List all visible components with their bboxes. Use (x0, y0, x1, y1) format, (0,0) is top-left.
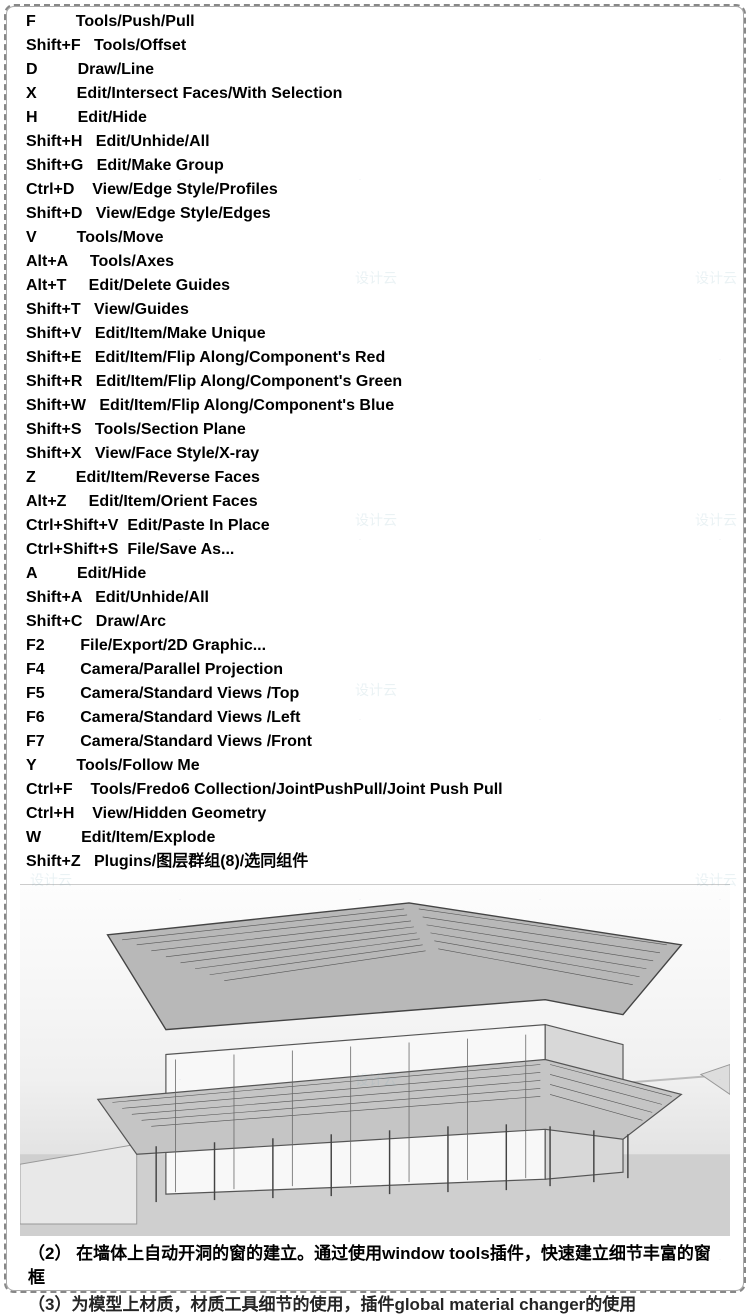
building-render (20, 884, 730, 1236)
shortcut-row: Ctrl+H View/Hidden Geometry (26, 802, 724, 826)
caption-2: （2） 在墙体上自动开洞的窗的建立。通过使用window tools插件，快速建… (10, 1238, 740, 1290)
shortcut-row: H Edit/Hide (26, 106, 724, 130)
shortcut-row: Shift+Z Plugins/图层群组(8)/选同组件 (26, 850, 724, 874)
shortcut-row: Ctrl+Shift+V Edit/Paste In Place (26, 514, 724, 538)
shortcut-row: Shift+G Edit/Make Group (26, 154, 724, 178)
shortcut-row: F4 Camera/Parallel Projection (26, 658, 724, 682)
shortcut-row: Shift+X View/Face Style/X-ray (26, 442, 724, 466)
shortcut-row: Shift+E Edit/Item/Flip Along/Component's… (26, 346, 724, 370)
shortcut-row: Shift+C Draw/Arc (26, 610, 724, 634)
shortcut-row: X Edit/Intersect Faces/With Selection (26, 82, 724, 106)
shortcut-row: V Tools/Move (26, 226, 724, 250)
shortcut-row: Shift+F Tools/Offset (26, 34, 724, 58)
shortcut-row: Shift+V Edit/Item/Make Unique (26, 322, 724, 346)
caption-3-partial: （3）为模型上材质，材质工具细节的使用，插件global material ch… (10, 1290, 740, 1315)
shortcut-row: Y Tools/Follow Me (26, 754, 724, 778)
shortcut-row: Alt+Z Edit/Item/Orient Faces (26, 490, 724, 514)
shortcut-row: Alt+T Edit/Delete Guides (26, 274, 724, 298)
shortcut-row: Shift+S Tools/Section Plane (26, 418, 724, 442)
shortcut-row: Shift+W Edit/Item/Flip Along/Component's… (26, 394, 724, 418)
shortcut-row: Z Edit/Item/Reverse Faces (26, 466, 724, 490)
shortcut-row: A Edit/Hide (26, 562, 724, 586)
shortcut-row: Shift+H Edit/Unhide/All (26, 130, 724, 154)
shortcut-row: Shift+T View/Guides (26, 298, 724, 322)
shortcut-row: F7 Camera/Standard Views /Front (26, 730, 724, 754)
shortcut-row: F Tools/Push/Pull (26, 10, 724, 34)
shortcut-row: F2 File/Export/2D Graphic... (26, 634, 724, 658)
shortcut-row: D Draw/Line (26, 58, 724, 82)
shortcut-row: Shift+R Edit/Item/Flip Along/Component's… (26, 370, 724, 394)
shortcut-row: Ctrl+Shift+S File/Save As... (26, 538, 724, 562)
shortcut-list: F Tools/Push/PullShift+F Tools/OffsetD D… (10, 10, 740, 880)
shortcut-row: F5 Camera/Standard Views /Top (26, 682, 724, 706)
shortcut-row: Shift+D View/Edge Style/Edges (26, 202, 724, 226)
shortcut-row: Ctrl+D View/Edge Style/Profiles (26, 178, 724, 202)
shortcut-row: Shift+A Edit/Unhide/All (26, 586, 724, 610)
shortcut-row: F6 Camera/Standard Views /Left (26, 706, 724, 730)
shortcut-row: W Edit/Item/Explode (26, 826, 724, 850)
shortcut-row: Alt+A Tools/Axes (26, 250, 724, 274)
shortcut-row: Ctrl+F Tools/Fredo6 Collection/JointPush… (26, 778, 724, 802)
